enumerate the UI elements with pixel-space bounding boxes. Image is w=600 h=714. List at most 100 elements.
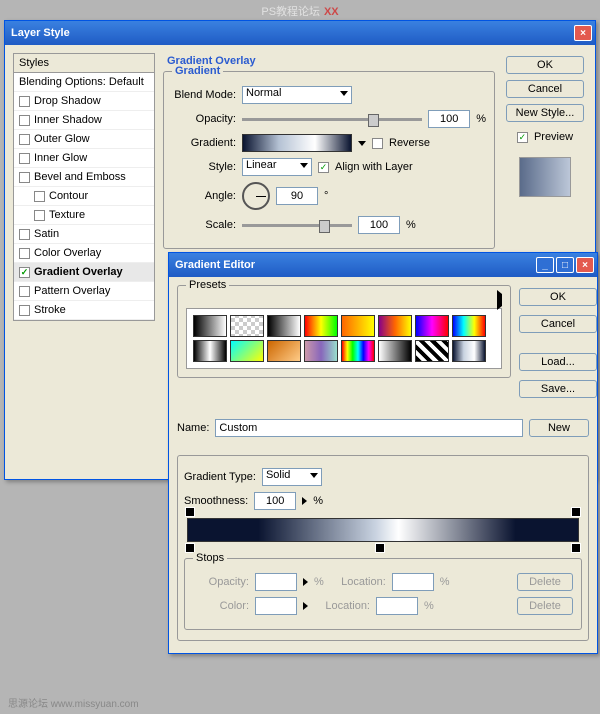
style-item[interactable]: ✓ Gradient Overlay (14, 263, 154, 282)
load-button[interactable]: Load... (519, 353, 597, 371)
opacity-slider[interactable] (242, 118, 422, 121)
reverse-checkbox[interactable] (372, 138, 383, 149)
presets-label: Presets (186, 279, 229, 291)
delete-button: Delete (517, 597, 573, 615)
style-select[interactable]: Linear (242, 158, 312, 176)
name-input[interactable] (215, 419, 523, 437)
titlebar[interactable]: Gradient Editor _ □ × (169, 253, 597, 277)
opacity-input[interactable] (428, 110, 470, 128)
close-icon[interactable]: × (574, 25, 592, 41)
style-checkbox[interactable] (19, 248, 30, 259)
stop-location-label: Location: (314, 600, 370, 612)
style-item[interactable]: Satin (14, 225, 154, 244)
ok-button[interactable]: OK (519, 288, 597, 306)
style-checkbox[interactable] (19, 96, 30, 107)
color-stop[interactable] (571, 543, 581, 553)
scale-input[interactable] (358, 216, 400, 234)
maximize-icon[interactable]: □ (556, 257, 574, 273)
style-item[interactable]: Bevel and Emboss (14, 168, 154, 187)
name-label: Name: (177, 422, 209, 434)
preset-swatch[interactable] (230, 315, 264, 337)
style-label: Drop Shadow (34, 95, 101, 107)
color-stop[interactable] (375, 543, 385, 553)
style-checkbox[interactable] (19, 172, 30, 183)
preset-swatch[interactable] (304, 315, 338, 337)
preset-swatch[interactable] (267, 340, 301, 362)
blending-options[interactable]: Blending Options: Default (14, 73, 154, 92)
angle-dial[interactable] (242, 182, 270, 210)
new-button[interactable]: New (529, 419, 589, 437)
ok-button[interactable]: OK (506, 56, 584, 74)
preview-checkbox[interactable]: ✓ (517, 132, 528, 143)
cancel-button[interactable]: Cancel (519, 315, 597, 333)
preset-swatch[interactable] (193, 315, 227, 337)
style-item[interactable]: Color Overlay (14, 244, 154, 263)
scale-label: Scale: (172, 219, 236, 231)
scale-slider[interactable] (242, 224, 352, 227)
style-item[interactable]: Stroke (14, 301, 154, 320)
preset-swatch[interactable] (341, 315, 375, 337)
opacity-stop[interactable] (185, 507, 195, 517)
style-item[interactable]: Pattern Overlay (14, 282, 154, 301)
style-checkbox[interactable] (19, 134, 30, 145)
gtype-select[interactable]: Solid (262, 468, 322, 486)
preset-swatch[interactable] (267, 315, 301, 337)
smooth-stepper-icon[interactable] (302, 497, 307, 505)
opacity-stop[interactable] (571, 507, 581, 517)
footer-watermark: 思源论坛 www.missyuan.com (8, 695, 139, 710)
angle-label: Angle: (172, 190, 236, 202)
style-item[interactable]: Texture (14, 206, 154, 225)
preset-swatch[interactable] (415, 340, 449, 362)
watermark: PS教程论坛 XX (261, 2, 338, 19)
style-checkbox[interactable] (19, 115, 30, 126)
style-checkbox[interactable]: ✓ (19, 267, 30, 278)
gradient-label: Gradient: (172, 137, 236, 149)
style-item[interactable]: Drop Shadow (14, 92, 154, 111)
preset-swatch[interactable] (452, 340, 486, 362)
new-style-button[interactable]: New Style... (506, 104, 584, 122)
style-item[interactable]: Outer Glow (14, 130, 154, 149)
gradient-bar[interactable] (187, 518, 579, 542)
preset-swatch[interactable] (378, 315, 412, 337)
preset-swatch[interactable] (304, 340, 338, 362)
gradient-swatch[interactable] (242, 134, 352, 152)
save-button[interactable]: Save... (519, 380, 597, 398)
style-label: Gradient Overlay (34, 266, 123, 278)
style-checkbox[interactable] (19, 305, 30, 316)
style-checkbox[interactable] (19, 153, 30, 164)
preset-swatch[interactable] (415, 315, 449, 337)
preset-swatch[interactable] (230, 340, 264, 362)
close-icon[interactable]: × (576, 257, 594, 273)
presets-menu-icon[interactable] (497, 290, 502, 310)
styles-header[interactable]: Styles (14, 54, 154, 73)
preset-swatch[interactable] (378, 340, 412, 362)
style-label: Bevel and Emboss (34, 171, 126, 183)
style-checkbox[interactable] (34, 210, 45, 221)
cancel-button[interactable]: Cancel (506, 80, 584, 98)
style-checkbox[interactable] (34, 191, 45, 202)
style-label: Outer Glow (34, 133, 90, 145)
stops-label: Stops (193, 552, 227, 564)
style-checkbox[interactable] (19, 229, 30, 240)
style-item[interactable]: Contour (14, 187, 154, 206)
minimize-icon[interactable]: _ (536, 257, 554, 273)
titlebar[interactable]: Layer Style × (5, 21, 595, 45)
blendmode-select[interactable]: Normal (242, 86, 352, 104)
align-checkbox[interactable]: ✓ (318, 162, 329, 173)
preset-swatch[interactable] (193, 340, 227, 362)
stop-opacity-label: Opacity: (193, 576, 249, 588)
preset-swatch[interactable] (452, 315, 486, 337)
group-label: Gradient (172, 65, 223, 77)
stop-location-input (392, 573, 434, 591)
gradient-dropdown-icon[interactable] (358, 141, 366, 146)
style-label: Color Overlay (34, 247, 101, 259)
style-checkbox[interactable] (19, 286, 30, 297)
align-label: Align with Layer (335, 161, 413, 173)
style-label: Inner Glow (34, 152, 87, 164)
smooth-input[interactable] (254, 492, 296, 510)
style-item[interactable]: Inner Glow (14, 149, 154, 168)
preset-swatch[interactable] (341, 340, 375, 362)
style-item[interactable]: Inner Shadow (14, 111, 154, 130)
smooth-label: Smoothness: (184, 495, 248, 507)
angle-input[interactable] (276, 187, 318, 205)
